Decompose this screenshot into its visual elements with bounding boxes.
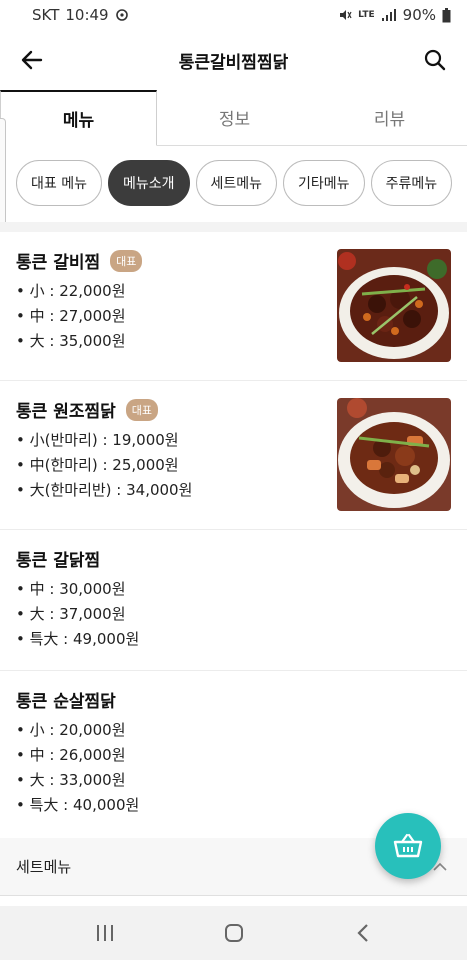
section-divider <box>0 222 467 232</box>
menu-item-galdakjjim[interactable]: 통큰 갈닭찜 • 中 : 30,000원 • 大 : 37,000원 • 특大 … <box>0 530 467 671</box>
price-line: • 大 : 33,000원 <box>16 771 126 789</box>
tab-bar: 메뉴 정보 리뷰 <box>0 90 467 146</box>
carrier-label: SKT <box>32 6 60 24</box>
price-line: • 특大 : 49,000원 <box>16 630 140 648</box>
chip-drinks-menu[interactable]: 주류메뉴 <box>370 160 453 206</box>
galbijjim-photo[interactable] <box>337 249 451 362</box>
chip-menu-intro[interactable]: 메뉴소개 <box>107 160 190 206</box>
battery-percent: 90% <box>402 6 436 24</box>
menu-item-name: 통큰 갈비찜 <box>16 253 101 273</box>
app-header: 통큰갈비찜찜닭 <box>0 30 467 90</box>
edge-panel-handle[interactable] <box>0 118 6 230</box>
menu-list: 통큰 갈비찜 대표 • 小 : 22,000원 • 中 : 27,000원 • … <box>0 232 467 837</box>
signal-icon <box>381 8 397 22</box>
menu-item-boneless-jjimdak[interactable]: 통큰 순살찜닭 • 小 : 20,000원 • 中 : 26,000원 • 大 … <box>0 671 467 837</box>
tab-review[interactable]: 리뷰 <box>312 90 467 145</box>
category-chips: 대표 메뉴 메뉴소개 세트메뉴 기타메뉴 주류메뉴 <box>16 160 453 210</box>
sync-icon <box>115 8 129 22</box>
back-button[interactable] <box>18 46 46 74</box>
search-button[interactable] <box>421 46 449 74</box>
search-icon <box>424 49 446 71</box>
signature-badge: 대표 <box>125 398 159 421</box>
chip-other-menu[interactable]: 기타메뉴 <box>283 160 365 206</box>
price-line: • 中 : 30,000원 <box>16 580 126 598</box>
price-line: • 小 : 20,000원 <box>16 721 126 739</box>
clock-time: 10:49 <box>65 6 109 24</box>
recent-apps-icon <box>96 925 113 941</box>
chip-representative-menu[interactable]: 대표 메뉴 <box>16 160 102 206</box>
price-line: • 大 : 37,000원 <box>16 605 126 623</box>
jjimdak-photo[interactable] <box>337 398 451 511</box>
page-title: 통큰갈비찜찜닭 <box>178 52 289 73</box>
basket-icon <box>393 833 423 858</box>
menu-item-galbijjim[interactable]: 통큰 갈비찜 대표 • 小 : 22,000원 • 中 : 27,000원 • … <box>0 232 467 381</box>
cart-button[interactable] <box>375 813 441 879</box>
battery-icon <box>442 7 451 23</box>
recent-apps-button[interactable] <box>85 913 125 953</box>
home-button[interactable] <box>214 913 254 953</box>
network-label: LTE <box>358 10 375 20</box>
menu-item-name: 통큰 갈닭찜 <box>16 551 101 571</box>
menu-item-name: 통큰 원조찜닭 <box>16 402 116 422</box>
system-nav-bar <box>0 906 467 960</box>
chip-set-menu[interactable]: 세트메뉴 <box>195 160 278 206</box>
price-line: • 특大 : 40,000원 <box>16 796 140 814</box>
system-back-button[interactable] <box>343 913 383 953</box>
chevron-left-icon <box>356 924 368 942</box>
mute-icon <box>338 8 352 22</box>
status-bar: SKT 10:49 LTE 90% <box>0 0 467 30</box>
tab-menu[interactable]: 메뉴 <box>0 90 157 146</box>
price-line: • 中 : 26,000원 <box>16 746 126 764</box>
signature-badge: 대표 <box>110 249 143 272</box>
tab-info[interactable]: 정보 <box>157 90 312 145</box>
arrow-left-icon <box>21 50 43 70</box>
section-title: 세트메뉴 <box>16 858 72 876</box>
home-icon <box>224 924 243 942</box>
menu-item-jjimdak[interactable]: 통큰 원조찜닭 대표 • 小(반마리) : 19,000원 • 中(한마리) :… <box>0 381 467 530</box>
menu-item-name: 통큰 순살찜닭 <box>16 692 116 712</box>
